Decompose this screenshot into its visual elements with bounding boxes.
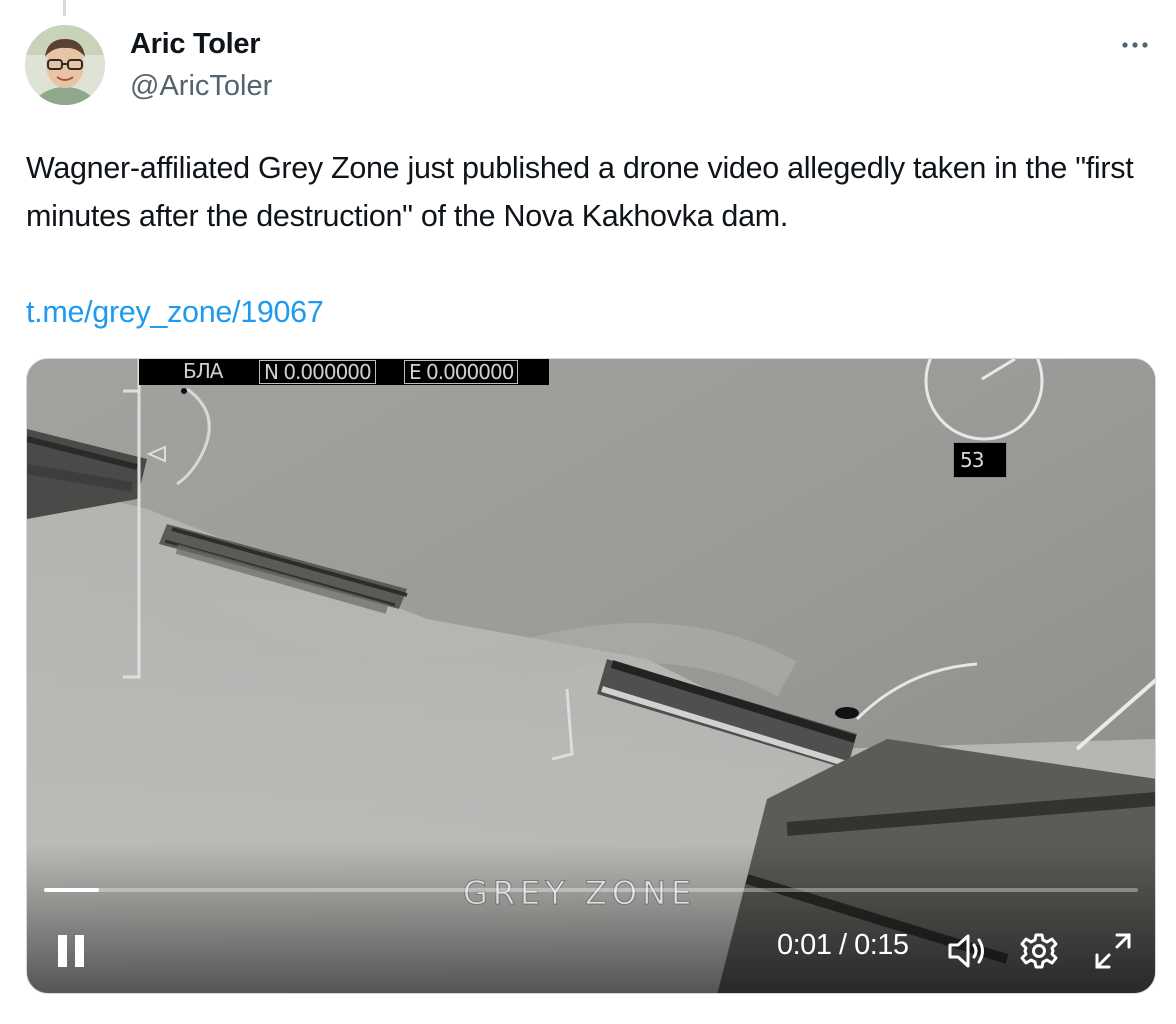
tweet-text: Wagner-affiliated Grey Zone just publish… <box>26 151 1134 233</box>
hud-top-bar: БЛА N 0.000000 E 0.000000 <box>139 359 549 385</box>
author-name[interactable]: Aric Toler <box>130 28 261 61</box>
thread-connector-line <box>63 0 66 16</box>
more-options-button[interactable] <box>1118 30 1154 60</box>
video-player[interactable]: БЛА N 0.000000 E 0.000000 53 GREY ZONE 0… <box>26 358 1156 994</box>
fullscreen-icon <box>1095 933 1131 969</box>
video-watermark: GREY ZONE <box>462 874 697 913</box>
volume-button[interactable] <box>945 931 989 971</box>
settings-gear-icon <box>1020 933 1058 969</box>
hud-east-coordinate: E 0.000000 <box>404 360 519 384</box>
author-handle[interactable]: @AricToler <box>130 70 272 103</box>
hud-heading-value: 53 <box>953 442 1007 478</box>
progress-bar[interactable] <box>44 888 1138 892</box>
tweet-link[interactable]: t.me/grey_zone/19067 <box>26 288 324 336</box>
fullscreen-button[interactable] <box>1093 931 1133 971</box>
hud-label: БЛА <box>183 359 223 383</box>
pause-icon <box>58 935 84 967</box>
progress-fill <box>44 888 99 892</box>
avatar-image <box>25 25 105 105</box>
time-display: 0:01 / 0:15 <box>777 929 909 961</box>
avatar[interactable] <box>25 25 105 105</box>
hud-north-coordinate: N 0.000000 <box>259 360 376 384</box>
settings-button[interactable] <box>1019 931 1059 971</box>
volume-icon <box>948 934 984 968</box>
more-dots-icon <box>1122 42 1148 48</box>
pause-button[interactable] <box>55 933 89 969</box>
